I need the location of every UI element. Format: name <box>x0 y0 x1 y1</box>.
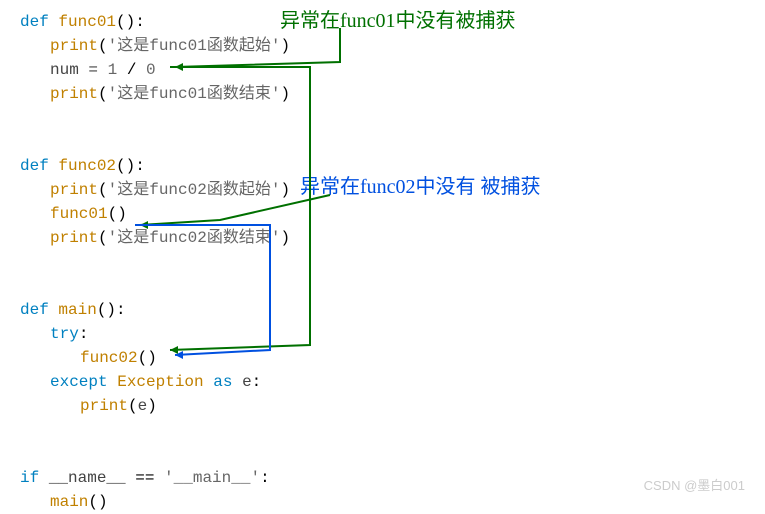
blank-line <box>20 130 745 154</box>
annotation-1: 异常在func01中没有被捕获 <box>280 6 516 36</box>
func-call: func01 <box>50 205 108 223</box>
code-line: num = 1 / 0 <box>20 58 745 82</box>
dunder-name: __name__ <box>49 469 126 487</box>
code-line: if __name__ == '__main__': <box>20 466 745 490</box>
code-line: print(e) <box>20 394 745 418</box>
blank-line <box>20 418 745 442</box>
keyword-try: try <box>50 325 79 343</box>
operator: / <box>117 61 146 79</box>
keyword-if: if <box>20 469 39 487</box>
var-e: e <box>242 373 252 391</box>
string-literal: '__main__' <box>164 469 260 487</box>
func-call: func02 <box>80 349 138 367</box>
annotation-2: 异常在func02中没有 被捕获 <box>300 172 541 202</box>
keyword-except: except <box>50 373 108 391</box>
code-snippet: def func01(): print('这是func01函数起始') num … <box>20 10 745 514</box>
blank-line <box>20 106 745 130</box>
blank-line <box>20 274 745 298</box>
code-line: print('这是func02函数结束') <box>20 226 745 250</box>
func-call: main <box>50 493 88 511</box>
watermark: CSDN @墨白001 <box>644 476 745 496</box>
blank-line <box>20 442 745 466</box>
builtin-print: print <box>50 181 98 199</box>
code-line: func02() <box>20 346 745 370</box>
keyword-def: def <box>20 301 49 319</box>
code-line: func01() <box>20 202 745 226</box>
builtin-print: print <box>50 85 98 103</box>
func-name: main <box>58 301 96 319</box>
keyword-def: def <box>20 13 49 31</box>
exception-type: Exception <box>117 373 203 391</box>
var-e: e <box>138 397 148 415</box>
string-literal: '这是func01函数起始' <box>108 37 281 55</box>
code-line: def main(): <box>20 298 745 322</box>
string-literal: '这是func02函数起始' <box>108 181 281 199</box>
code-line: print('这是func01函数起始') <box>20 34 745 58</box>
code-line: try: <box>20 322 745 346</box>
number-literal: 0 <box>146 61 156 79</box>
func-name: func02 <box>58 157 116 175</box>
builtin-print: print <box>80 397 128 415</box>
keyword-def: def <box>20 157 49 175</box>
string-literal: '这是func01函数结束' <box>108 85 281 103</box>
builtin-print: print <box>50 37 98 55</box>
code-line: print('这是func01函数结束') <box>20 82 745 106</box>
code-line: except Exception as e: <box>20 370 745 394</box>
func-name: func01 <box>58 13 116 31</box>
var-assign: num = <box>50 61 108 79</box>
string-literal: '这是func02函数结束' <box>108 229 281 247</box>
number-literal: 1 <box>108 61 118 79</box>
operator-eq: == <box>135 469 154 487</box>
code-line: main() <box>20 490 745 514</box>
keyword-as: as <box>213 373 232 391</box>
builtin-print: print <box>50 229 98 247</box>
blank-line <box>20 250 745 274</box>
